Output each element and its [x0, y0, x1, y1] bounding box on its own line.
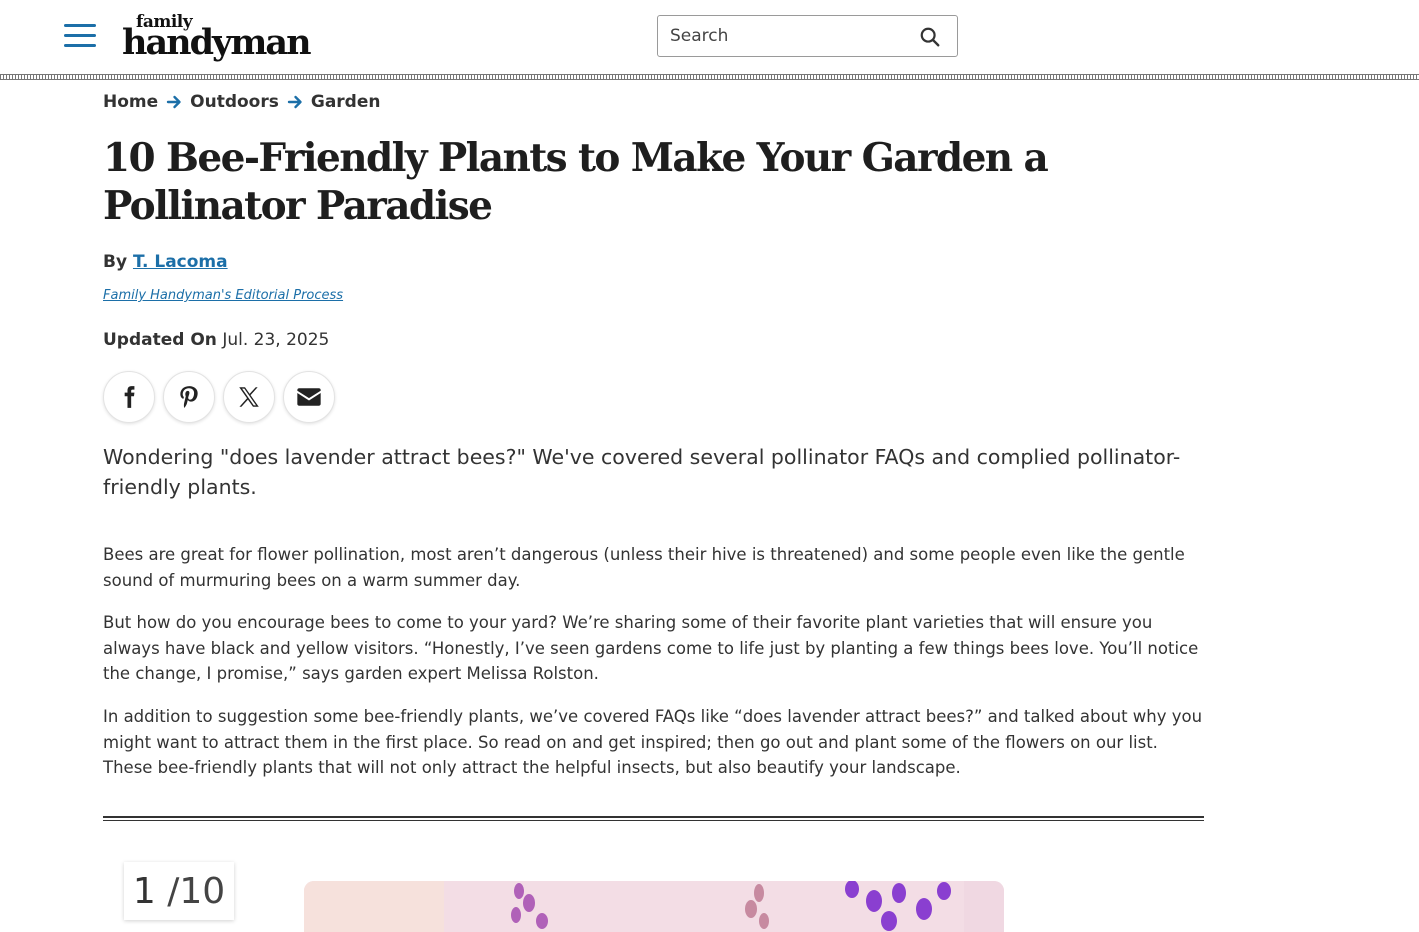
slide-total: /10 — [167, 870, 226, 912]
slide-current: 1 — [132, 870, 156, 912]
slide-image-lavender — [304, 881, 1004, 932]
site-logo[interactable]: family handyman — [122, 12, 312, 63]
by-label: By — [103, 252, 128, 272]
page-title: 10 Bee-Friendly Plants to Make Your Gard… — [103, 135, 1049, 229]
slide-counter: 1 /10 — [124, 862, 234, 920]
x-icon — [239, 387, 259, 407]
article-paragraph: Bees are great for flower pollination, m… — [103, 545, 1185, 590]
search-input[interactable] — [658, 16, 908, 56]
search-icon[interactable] — [919, 26, 941, 48]
breadcrumb-garden[interactable]: Garden — [311, 92, 381, 112]
lavender-photo — [304, 881, 1004, 932]
email-icon — [297, 388, 321, 406]
article-dek: Wondering "does lavender attract bees?" … — [103, 445, 1181, 499]
breadcrumb-home[interactable]: Home — [103, 92, 158, 112]
menu-icon[interactable] — [64, 24, 96, 48]
search-box — [657, 15, 958, 57]
breadcrumb: Home Outdoors Garden — [103, 92, 381, 112]
arrow-right-icon — [166, 95, 181, 109]
updated-date: Updated On Jul. 23, 2025 — [103, 330, 329, 350]
updated-label: Updated On — [103, 330, 217, 350]
byline: By T. Lacoma — [103, 252, 228, 272]
article-paragraph: But how do you encourage bees to come to… — [103, 613, 1199, 684]
author-link[interactable]: T. Lacoma — [133, 252, 228, 272]
breadcrumb-outdoors[interactable]: Outdoors — [190, 92, 279, 112]
pinterest-icon — [180, 386, 198, 408]
share-pinterest-button[interactable] — [163, 371, 215, 423]
share-facebook-button[interactable] — [103, 371, 155, 423]
facebook-icon — [124, 386, 135, 408]
share-buttons — [103, 371, 335, 423]
share-x-button[interactable] — [223, 371, 275, 423]
share-email-button[interactable] — [283, 371, 335, 423]
editorial-process-link[interactable]: Family Handyman's Editorial Process — [103, 288, 343, 303]
article-paragraph: In addition to suggestion some bee-frien… — [103, 707, 1203, 778]
site-header: family handyman — [0, 0, 1419, 74]
header-divider — [0, 74, 1419, 80]
section-divider — [103, 816, 1204, 821]
arrow-right-icon — [287, 95, 302, 109]
updated-value: Jul. 23, 2025 — [222, 330, 330, 350]
logo-main-text: handyman — [122, 22, 312, 63]
